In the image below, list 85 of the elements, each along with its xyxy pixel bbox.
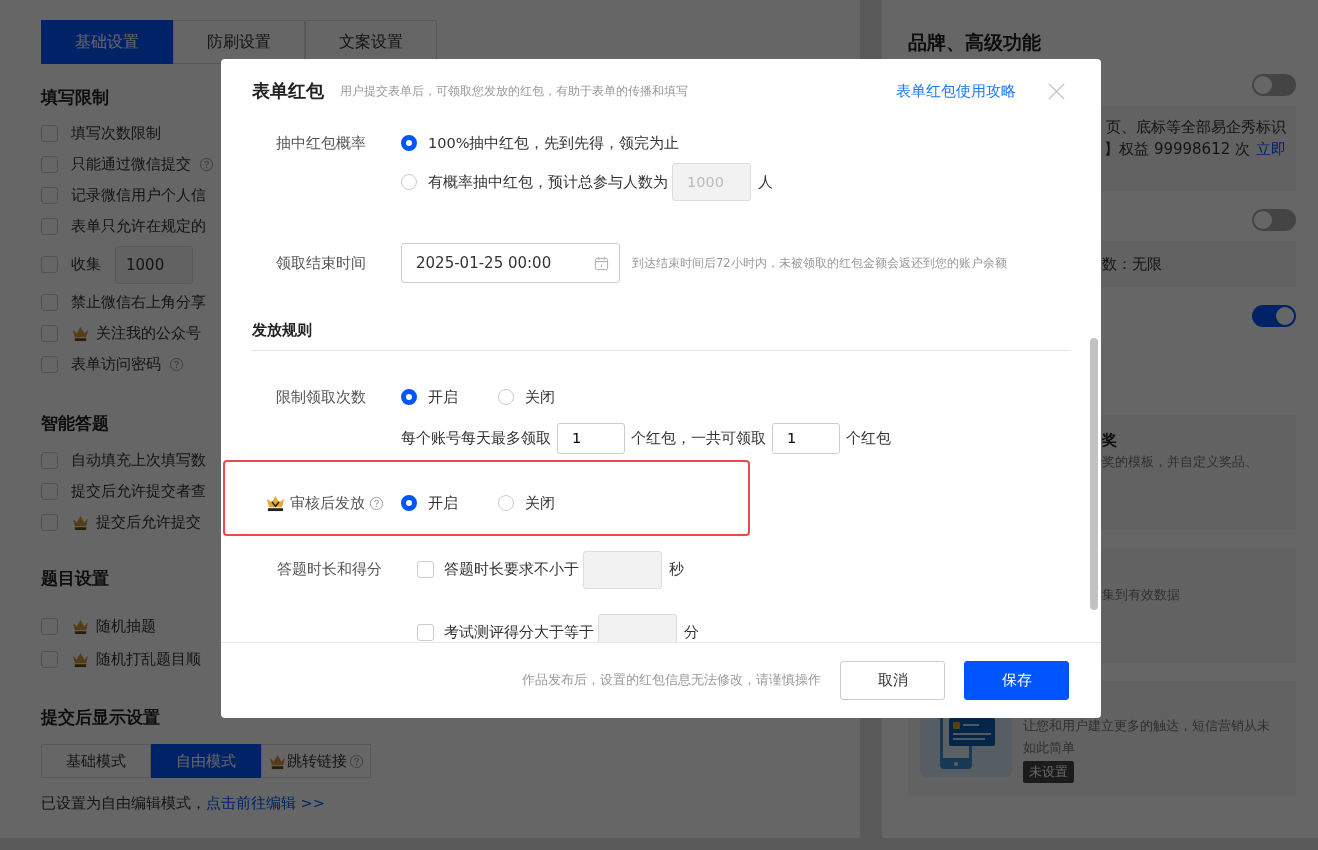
card-title: 奖 bbox=[1102, 430, 1118, 451]
limit-text: 每个账号每天最多领取 bbox=[401, 428, 551, 448]
number-input[interactable] bbox=[583, 550, 662, 589]
mode-tab[interactable]: 跳转链接 bbox=[261, 744, 371, 778]
crown-icon bbox=[265, 494, 286, 512]
toggle-switch[interactable] bbox=[1252, 74, 1296, 96]
field-hint: 到达结束时间后72小时内，未被领取的红包金额会返还到您的账户余额 bbox=[632, 255, 1007, 271]
help-icon bbox=[349, 753, 364, 769]
settings-tab[interactable]: 基础设置 bbox=[41, 20, 173, 64]
option-label: 考试测评得分大于等于 bbox=[444, 623, 594, 642]
option-label: 开启 bbox=[428, 387, 458, 407]
radio-button[interactable] bbox=[401, 135, 417, 151]
crown-icon bbox=[71, 514, 90, 531]
section-title: 智能答题 bbox=[41, 412, 109, 435]
panel-title: 品牌、高级功能 bbox=[908, 30, 1042, 55]
status-badge: 未设置 bbox=[1023, 761, 1074, 783]
help-icon[interactable] bbox=[199, 157, 214, 172]
option-label: 随机抽题 bbox=[96, 617, 156, 636]
limit-text: 个红包 bbox=[846, 428, 891, 448]
option-label: 填写次数限制 bbox=[71, 124, 161, 143]
crown-icon bbox=[71, 618, 90, 635]
dialog-subtitle: 用户提交表单后，可领取您发放的红包，有助于表单的传播和填写 bbox=[340, 83, 688, 99]
field-label: 抽中红包概率 bbox=[276, 133, 366, 153]
number-input[interactable] bbox=[598, 613, 677, 642]
section-title: 填写限制 bbox=[41, 86, 109, 109]
count-input[interactable]: 1 bbox=[772, 422, 840, 454]
feature-text: 数：无限 bbox=[1102, 255, 1162, 273]
option-label: 关闭 bbox=[525, 387, 555, 407]
feature-text: 页、底标等全部易企秀标识 bbox=[1106, 118, 1286, 136]
close-icon[interactable] bbox=[1048, 82, 1065, 100]
save-button[interactable]: 保存 bbox=[964, 661, 1069, 700]
mode-note: 已设置为自由编辑模式， bbox=[41, 795, 206, 811]
cancel-button[interactable]: 取消 bbox=[840, 661, 945, 700]
settings-tab[interactable]: 防刷设置 bbox=[173, 20, 305, 64]
guide-link[interactable]: 表单红包使用攻略 bbox=[896, 81, 1016, 101]
option-label: 禁止微信右上角分享 bbox=[71, 293, 206, 312]
count-input[interactable]: 1000 bbox=[115, 245, 193, 284]
unit-label: 人 bbox=[758, 172, 773, 192]
section-title: 题目设置 bbox=[41, 567, 109, 590]
toggle-switch[interactable] bbox=[1252, 305, 1296, 327]
field-label: 限制领取次数 bbox=[276, 387, 366, 407]
checkbox[interactable] bbox=[417, 561, 434, 578]
limit-text: 个红包，一共可领取 bbox=[631, 428, 766, 448]
radio-button[interactable] bbox=[401, 495, 417, 511]
edit-link[interactable]: 点击前往编辑 >> bbox=[206, 795, 325, 811]
dialog-title: 表单红包 bbox=[252, 79, 324, 103]
option-label: 提交后允许提交者查 bbox=[71, 482, 206, 501]
calendar-icon bbox=[594, 255, 609, 271]
option-label: 表单只允许在规定的 bbox=[71, 217, 206, 236]
checkbox[interactable] bbox=[417, 624, 434, 641]
crown-icon bbox=[268, 752, 287, 770]
field-label: 领取结束时间 bbox=[276, 253, 366, 273]
help-icon[interactable] bbox=[169, 357, 184, 372]
toggle-switch[interactable] bbox=[1252, 209, 1296, 231]
option-label: 关注我的公众号 bbox=[96, 324, 201, 343]
radio-button[interactable] bbox=[401, 389, 417, 405]
option-label: 表单访问密码 bbox=[71, 355, 161, 374]
feature-text: 】权益 99998612 次 bbox=[1104, 140, 1250, 158]
option-label: 提交后允许提交 bbox=[96, 513, 201, 532]
option-label: 只能通过微信提交 bbox=[71, 155, 191, 174]
option-label: 关闭 bbox=[525, 493, 555, 513]
section-title: 提交后显示设置 bbox=[41, 706, 160, 729]
option-label: 记录微信用户个人信 bbox=[71, 186, 206, 205]
option-label: 100%抽中红包，先到先得，领完为止 bbox=[428, 133, 680, 153]
feature-link[interactable]: 立即 bbox=[1256, 140, 1286, 158]
option-label: 开启 bbox=[428, 493, 458, 513]
option-label: 收集 bbox=[71, 255, 101, 274]
section-title: 发放规则 bbox=[252, 320, 312, 340]
option-label: 答题时长要求不小于 bbox=[444, 560, 579, 579]
mode-tab[interactable]: 自由模式 bbox=[151, 744, 261, 778]
scrollbar-thumb[interactable] bbox=[1090, 338, 1098, 610]
count-input[interactable]: 1 bbox=[557, 422, 625, 454]
field-label: 审核后发放 bbox=[290, 493, 365, 513]
option-label: 有概率抽中红包，预计总参与人数为 bbox=[428, 172, 668, 192]
help-icon[interactable] bbox=[369, 495, 384, 511]
unit-label: 分 bbox=[684, 623, 699, 642]
crown-icon bbox=[71, 325, 90, 342]
mode-tab[interactable]: 基础模式 bbox=[41, 744, 151, 778]
field-label: 答题时长和得分 bbox=[277, 560, 382, 579]
unit-label: 秒 bbox=[669, 560, 684, 579]
option-label: 随机打乱题目顺 bbox=[96, 650, 201, 669]
date-field[interactable]: 2025-01-25 00:00 bbox=[401, 243, 620, 283]
footer-note: 作品发布后，设置的红包信息无法修改，请谨慎操作 bbox=[522, 672, 821, 689]
crown-icon bbox=[71, 651, 90, 668]
option-label: 自动填充上次填写数 bbox=[71, 451, 206, 470]
